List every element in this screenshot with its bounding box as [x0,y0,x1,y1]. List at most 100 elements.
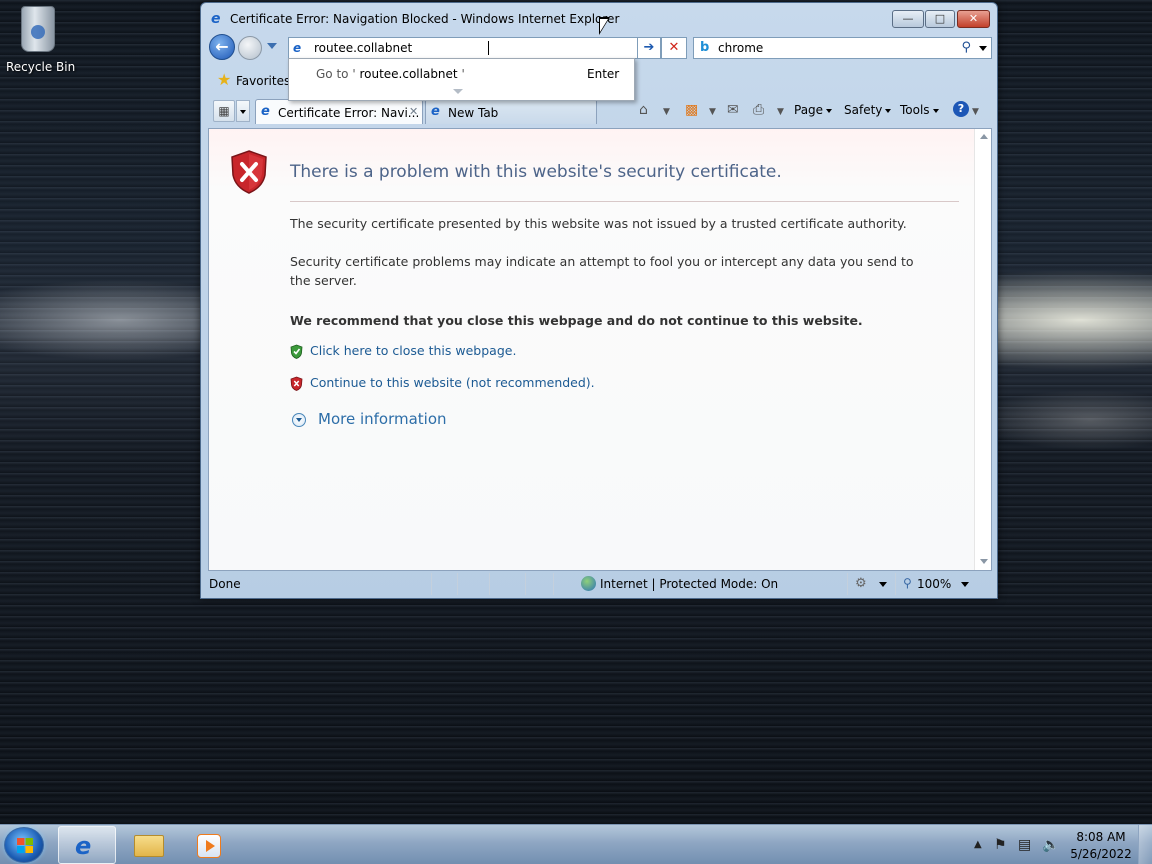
expand-suggestions-icon[interactable] [453,89,463,94]
print-dropdown-icon[interactable]: ▼ [777,107,784,117]
status-divider [457,573,458,595]
search-options-dropdown-icon[interactable] [979,46,987,51]
close-webpage-link[interactable]: Click here to close this webpage. [310,343,516,358]
page-content: There is a problem with this website's s… [208,128,992,571]
status-divider [431,573,432,595]
network-icon[interactable]: ▤ [1018,837,1031,853]
expand-chevron-icon [292,413,306,427]
window-title: Certificate Error: Navigation Blocked - … [230,12,620,26]
recycle-bin-icon [21,6,55,52]
tools-menu[interactable]: Tools [900,103,939,117]
search-box[interactable]: b chrome ⚲ [693,37,992,59]
go-to-target: routee.collabnet [359,67,458,81]
error-description-2: Security certificate problems may indica… [290,254,914,288]
tab-label: Certificate Error: Navi... [278,106,420,120]
favorites-button[interactable]: Favorites [236,74,290,88]
folder-icon [134,835,164,857]
forward-button[interactable] [238,36,262,60]
vertical-scrollbar[interactable] [974,129,991,570]
start-button[interactable] [4,827,44,863]
show-desktop-button[interactable] [1138,825,1152,864]
recommendation-text: We recommend that you close this webpage… [290,313,863,328]
quick-tabs-button[interactable]: ▦ [213,100,235,122]
continue-to-website-link[interactable]: Continue to this website (not recommende… [310,375,595,390]
tools-menu-label: Tools [900,103,930,117]
go-to-prefix: Go to ' [316,67,356,81]
help-dropdown-icon[interactable]: ▼ [972,107,979,117]
error-title: There is a problem with this website's s… [290,162,782,182]
maximize-button[interactable]: □ [925,10,955,28]
back-button[interactable]: ← [209,34,235,60]
address-input[interactable]: routee.collabnet [314,41,412,55]
internet-zone-globe-icon [581,576,596,591]
ie-page-icon: e [431,104,440,119]
zoom-magnifier-icon: ⚲ [903,576,912,590]
tab-certificate-error[interactable]: e Certificate Error: Navi... ✕ [255,99,423,124]
ie-page-icon: e [261,104,270,119]
safety-menu[interactable]: Safety [844,103,892,117]
security-zone-label[interactable]: Internet | Protected Mode: On [600,577,778,591]
feeds-dropdown-icon[interactable]: ▼ [709,107,716,117]
tab-list-dropdown[interactable] [236,100,250,122]
status-bar: Done Internet | Protected Mode: On ⚙ ⚲ 1… [207,573,993,595]
scroll-up-icon[interactable] [980,134,988,139]
more-information-label: More information [318,410,447,428]
page-icon: e [293,41,302,55]
taskbar-media-player[interactable] [180,826,238,864]
status-divider [895,573,896,595]
tab-new-tab[interactable]: e New Tab [425,99,597,124]
scroll-down-icon[interactable] [980,559,988,564]
page-menu-label: Page [794,103,824,117]
add-ons-dropdown-icon[interactable] [879,582,887,587]
taskbar-internet-explorer[interactable]: e [58,826,116,864]
close-window-button[interactable]: ✕ [957,10,990,28]
show-hidden-icons-icon[interactable]: ▲ [974,839,982,850]
mouse-cursor-icon [599,17,610,35]
command-bar: ⌂ ▼ ▩ ▼ ✉ ⎙ ▼ Page Safety Tools ? ▼ [631,99,991,123]
status-text: Done [209,577,241,591]
feeds-icon[interactable]: ▩ [685,102,698,118]
green-shield-icon [290,344,303,359]
taskbar-windows-explorer[interactable] [120,826,178,864]
status-divider [525,573,526,595]
favorites-star-icon: ★ [217,70,232,89]
home-dropdown-icon[interactable]: ▼ [663,107,670,117]
recent-pages-dropdown[interactable] [267,43,277,49]
autocomplete-go-to-item[interactable]: Go to ' routee.collabnet ' [316,67,465,81]
help-icon[interactable]: ? [953,101,969,117]
status-divider [847,573,848,595]
status-divider [489,573,490,595]
volume-muted-icon[interactable]: 🔈 [1042,837,1059,853]
error-shield-icon [231,150,267,194]
enter-hint: Enter [587,67,620,81]
clock-date: 5/26/2022 [1070,847,1132,861]
print-icon[interactable]: ⎙ [753,102,764,118]
address-bar[interactable]: e routee.collabnet [288,37,687,59]
zoom-dropdown-icon[interactable] [961,582,969,587]
taskbar: e ▲ ⚑ ▤ 🔈 8:08 AM 5/26/2022 [0,824,1152,864]
title-divider [290,201,959,202]
address-autocomplete-dropdown: Go to ' routee.collabnet ' Enter [288,58,635,101]
action-center-flag-icon[interactable]: ⚑ [994,837,1007,853]
close-tab-icon[interactable]: ✕ [409,105,418,118]
go-to-suffix: ' [461,67,465,81]
search-input[interactable]: chrome [718,41,763,55]
clock-time: 8:08 AM [1076,830,1126,844]
status-divider [553,573,554,595]
read-mail-icon[interactable]: ✉ [727,102,739,118]
desktop-icon-recycle-bin[interactable]: Recycle Bin [6,6,76,74]
ie-logo-icon: e [211,11,221,27]
zoom-level[interactable]: 100% [917,577,951,591]
minimize-button[interactable]: — [892,10,924,28]
taskbar-clock[interactable]: 8:08 AM 5/26/2022 [1066,829,1136,863]
home-icon[interactable]: ⌂ [639,102,648,118]
page-menu[interactable]: Page [794,103,833,117]
bing-icon: b [700,40,710,55]
stop-button[interactable]: ✕ [661,37,687,59]
desktop-icon-label: Recycle Bin [6,60,76,74]
go-button[interactable]: ➔ [637,37,661,59]
media-player-icon [197,834,221,858]
search-icon[interactable]: ⚲ [961,40,971,55]
tab-label: New Tab [448,106,499,120]
add-ons-icon[interactable]: ⚙ [855,576,867,591]
